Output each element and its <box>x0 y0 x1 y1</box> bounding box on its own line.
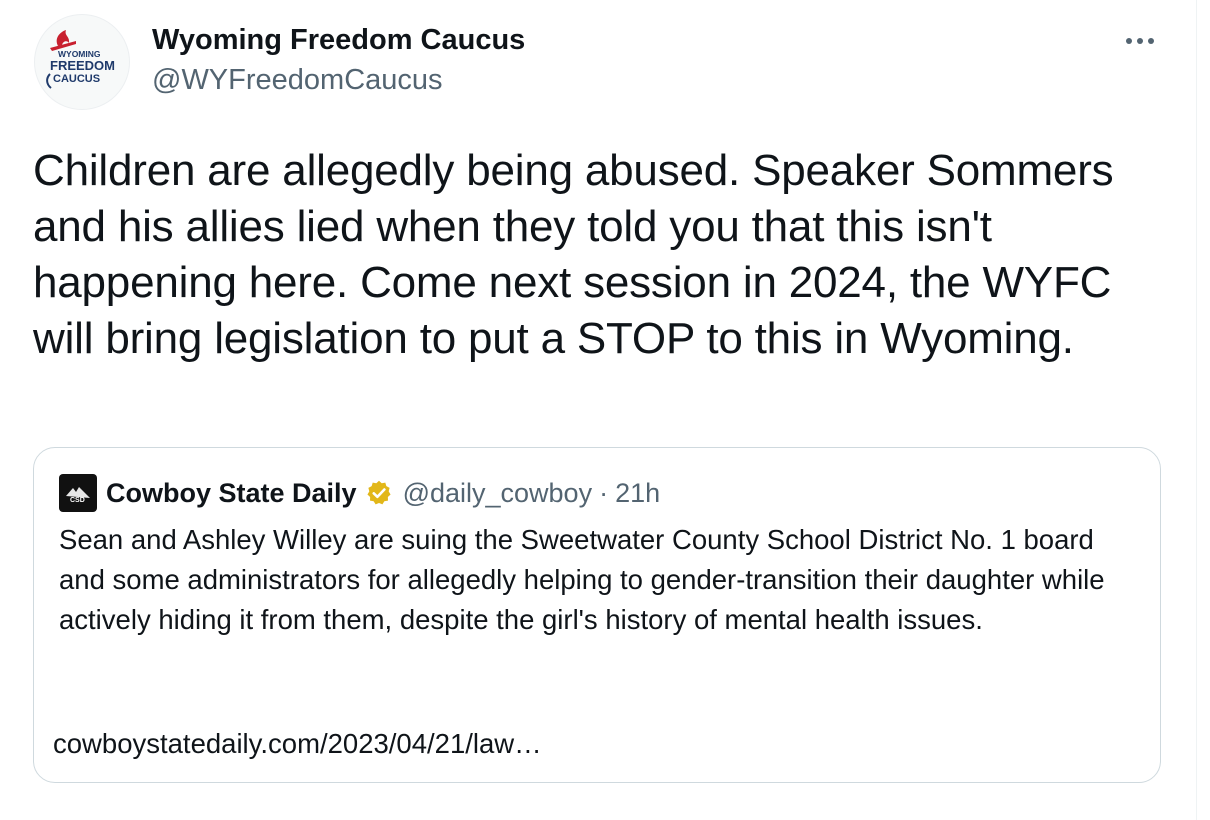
author-avatar[interactable]: WYOMING FREEDOM CAUCUS <box>34 14 130 110</box>
ellipsis-icon <box>1126 38 1154 44</box>
quote-header: Cowboy State Daily @daily_cowboy · 21h <box>106 474 660 512</box>
author-handle[interactable]: @WYFreedomCaucus <box>152 62 443 98</box>
column-divider <box>1196 0 1197 820</box>
tweet: WYOMING FREEDOM CAUCUS Wyoming Freedom C… <box>0 0 1196 820</box>
quote-author-name[interactable]: Cowboy State Daily <box>106 478 357 509</box>
logo-text-caucus: CAUCUS <box>53 73 100 85</box>
logo-text-csd: CSD <box>70 497 85 504</box>
quote-author-avatar[interactable]: CSD <box>59 474 97 512</box>
author-name[interactable]: Wyoming Freedom Caucus <box>152 22 525 58</box>
tweet-text: Children are allegedly being abused. Spe… <box>33 146 1114 363</box>
logo-text-freedom: FREEDOM <box>50 58 115 73</box>
quote-text: Sean and Ashley Willey are suing the Swe… <box>59 524 1105 635</box>
freedom-caucus-logo: WYOMING FREEDOM CAUCUS <box>46 30 115 89</box>
verified-badge-icon <box>365 479 393 507</box>
quote-author-handle[interactable]: @daily_cowboy <box>403 478 593 509</box>
more-options-button[interactable] <box>1122 26 1158 56</box>
cowboy-state-daily-logo: CSD <box>66 487 90 504</box>
quote-timestamp[interactable]: 21h <box>615 478 660 509</box>
quote-link[interactable]: cowboystatedaily.com/2023/04/21/law… <box>53 724 542 764</box>
header-separator: · <box>599 477 609 508</box>
quoted-tweet-card[interactable]: CSD Cowboy State Daily @daily_cowboy · 2… <box>33 447 1161 783</box>
